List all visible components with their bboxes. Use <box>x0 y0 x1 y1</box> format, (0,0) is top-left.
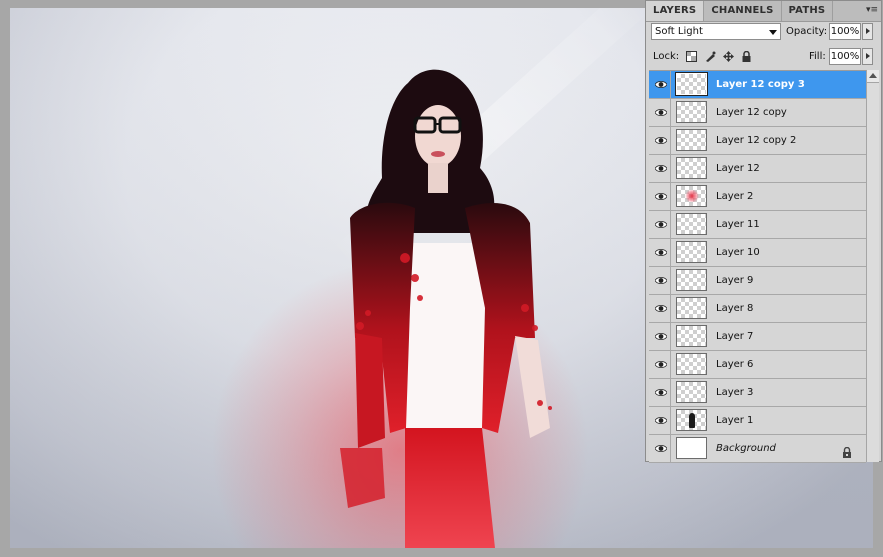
layer-row[interactable]: Layer 10 <box>649 239 866 267</box>
layer-thumbnail <box>676 213 707 235</box>
layer-lock-icon <box>842 443 852 458</box>
layer-name[interactable]: Layer 12 copy 3 <box>716 71 805 98</box>
layer-row[interactable]: Layer 6 <box>649 351 866 379</box>
layers-list: Layer 12 copy 3 Layer 12 copy Layer 12 cop… <box>649 70 866 463</box>
layer-name[interactable]: Background <box>716 435 776 462</box>
layer-thumbnail <box>676 353 707 375</box>
panel-tabbar: LAYERS CHANNELS PATHS ▾≡ <box>646 1 881 22</box>
lock-row: Lock: Fill: 100% <box>649 47 878 67</box>
layer-row[interactable]: Layer 1 <box>649 407 866 435</box>
lock-all-icon[interactable] <box>741 50 752 62</box>
layer-row[interactable]: Layer 12 copy 3 <box>649 71 866 99</box>
lock-position-icon[interactable] <box>723 51 734 62</box>
opacity-input[interactable]: 100% <box>829 23 861 40</box>
layer-name[interactable]: Layer 9 <box>716 267 753 294</box>
layer-thumbnail <box>676 269 707 291</box>
layer-name[interactable]: Layer 1 <box>716 407 753 434</box>
layer-thumbnail <box>675 72 708 96</box>
visibility-eye-icon[interactable] <box>651 435 671 462</box>
layer-name[interactable]: Layer 8 <box>716 295 753 322</box>
layer-thumbnail <box>676 409 707 431</box>
layer-row[interactable]: Layer 7 <box>649 323 866 351</box>
blend-mode-select[interactable]: Soft Light <box>651 23 781 40</box>
layers-panel: LAYERS CHANNELS PATHS ▾≡ Soft Light Opac… <box>645 0 882 463</box>
blend-row: Soft Light Opacity: 100% <box>649 23 878 43</box>
layer-name[interactable]: Layer 6 <box>716 351 753 378</box>
visibility-eye-icon[interactable] <box>651 267 671 294</box>
fill-slider-arrow-icon[interactable] <box>862 48 873 65</box>
visibility-eye-icon[interactable] <box>651 183 671 210</box>
tab-channels[interactable]: CHANNELS <box>704 1 782 21</box>
visibility-eye-icon[interactable] <box>651 407 671 434</box>
layer-row[interactable]: Layer 2 <box>649 183 866 211</box>
opacity-slider-arrow-icon[interactable] <box>862 23 873 40</box>
layer-thumbnail <box>676 185 707 207</box>
layer-row[interactable]: Layer 12 copy <box>649 99 866 127</box>
blend-mode-value: Soft Light <box>655 26 703 37</box>
visibility-eye-icon[interactable] <box>651 155 671 182</box>
layer-thumbnail <box>676 101 707 123</box>
lock-transparent-pixels-icon[interactable] <box>686 51 697 62</box>
visibility-eye-icon[interactable] <box>651 239 671 266</box>
layer-thumbnail <box>676 437 707 459</box>
chevron-down-icon <box>769 30 777 35</box>
layer-row[interactable]: Layer 3 <box>649 379 866 407</box>
layer-name[interactable]: Layer 7 <box>716 323 753 350</box>
tab-layers[interactable]: LAYERS <box>646 1 705 21</box>
layer-name[interactable]: Layer 10 <box>716 239 760 266</box>
layer-thumbnail <box>676 325 707 347</box>
layer-thumbnail <box>676 381 707 403</box>
visibility-eye-icon[interactable] <box>651 211 671 238</box>
layer-name[interactable]: Layer 12 copy <box>716 99 787 126</box>
visibility-eye-icon[interactable] <box>651 351 671 378</box>
panel-menu-icon[interactable]: ▾≡ <box>866 4 878 16</box>
visibility-eye-icon[interactable] <box>651 127 671 154</box>
layer-name[interactable]: Layer 12 <box>716 155 760 182</box>
layers-scrollbar[interactable] <box>866 70 879 462</box>
layer-name[interactable]: Layer 2 <box>716 183 753 210</box>
visibility-eye-icon[interactable] <box>651 99 671 126</box>
tab-paths[interactable]: PATHS <box>782 1 834 21</box>
layer-name[interactable]: Layer 3 <box>716 379 753 406</box>
scroll-up-arrow-icon[interactable] <box>867 70 879 83</box>
visibility-eye-icon[interactable] <box>651 379 671 406</box>
layer-thumbnail <box>676 297 707 319</box>
lock-label: Lock: <box>653 51 680 62</box>
layer-row[interactable]: Layer 12 copy 2 <box>649 127 866 155</box>
layer-row[interactable]: Layer 12 <box>649 155 866 183</box>
layer-name[interactable]: Layer 11 <box>716 211 760 238</box>
visibility-eye-icon[interactable] <box>651 71 671 98</box>
fill-label: Fill: <box>809 51 826 62</box>
layer-name[interactable]: Layer 12 copy 2 <box>716 127 796 154</box>
visibility-eye-icon[interactable] <box>651 323 671 350</box>
layer-thumbnail <box>676 241 707 263</box>
layer-thumbnail <box>676 129 707 151</box>
layer-row[interactable]: Layer 8 <box>649 295 866 323</box>
layer-row[interactable]: Background <box>649 435 866 463</box>
layer-row[interactable]: Layer 11 <box>649 211 866 239</box>
layer-thumbnail <box>676 157 707 179</box>
layer-row[interactable]: Layer 9 <box>649 267 866 295</box>
visibility-eye-icon[interactable] <box>651 295 671 322</box>
lock-image-pixels-icon[interactable] <box>705 51 716 62</box>
opacity-label: Opacity: <box>786 26 828 37</box>
fill-input[interactable]: 100% <box>829 48 861 65</box>
